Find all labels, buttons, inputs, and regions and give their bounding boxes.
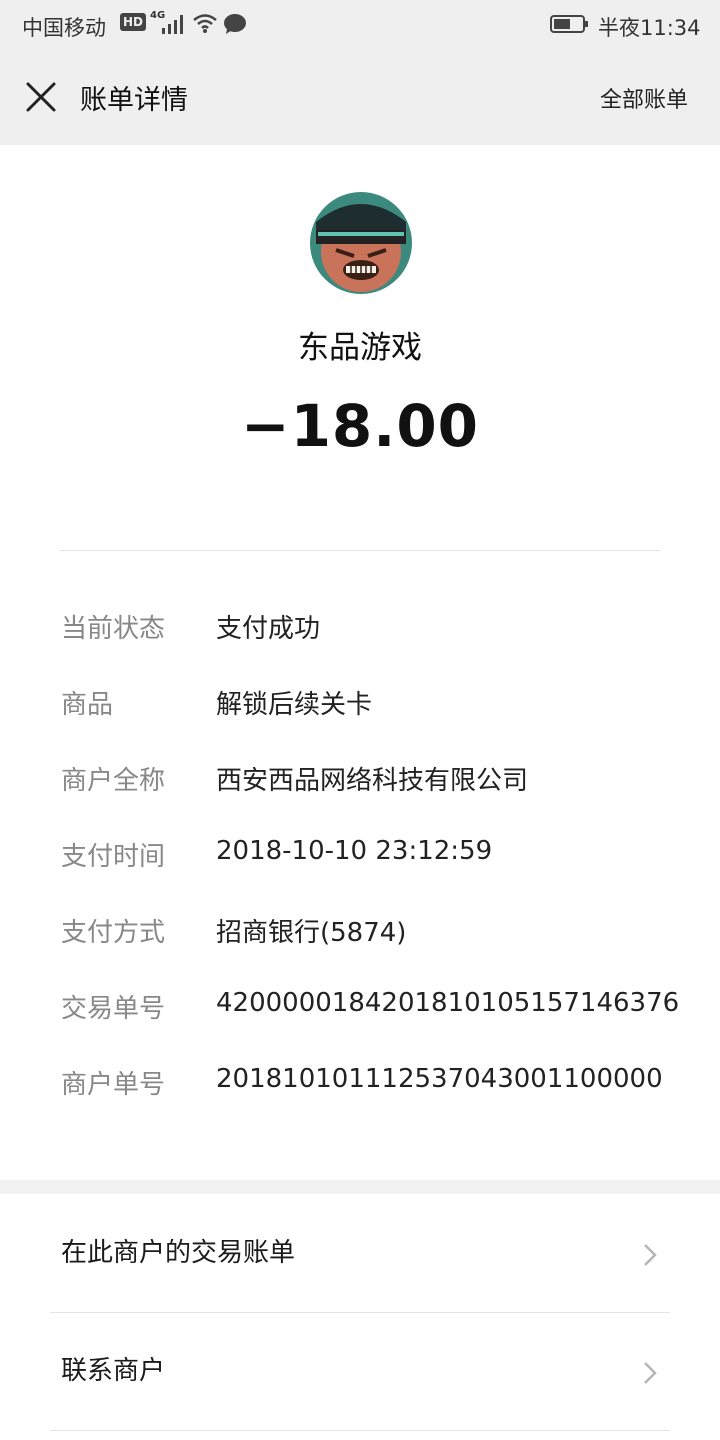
transaction-amount: −18.00	[240, 392, 480, 460]
all-bills-link[interactable]: 全部账单	[600, 82, 688, 114]
detail-label: 商户全称	[61, 766, 166, 796]
detail-value: 支付成功	[216, 614, 321, 644]
close-icon[interactable]	[24, 80, 58, 114]
detail-row-merchant-fullname: 商户全称 西安西品网络科技有限公司	[0, 754, 720, 830]
navigation-bar: 账单详情 全部账单	[0, 50, 720, 145]
page-title: 账单详情	[80, 85, 188, 116]
detail-value: 解锁后续关卡	[216, 690, 373, 720]
detail-row-merchant-order-id: 商户单号 201810101112537043001100000	[0, 1058, 720, 1134]
detail-row-payment-time: 支付时间 2018-10-10 23:12:59	[0, 830, 720, 906]
contact-merchant-link[interactable]: 联系商户	[50, 1312, 670, 1430]
detail-label: 支付方式	[61, 918, 166, 948]
section-gap	[0, 1180, 720, 1194]
chat-bubble-icon	[224, 14, 246, 34]
detail-value: 招商银行(5874)	[216, 918, 407, 948]
status-bar: 中国移动 HD 4G 半夜11:34	[0, 0, 720, 50]
detail-value: 西安西品网络科技有限公司	[216, 766, 529, 796]
detail-label: 支付时间	[61, 842, 166, 872]
signal-icon	[162, 15, 183, 34]
link-label: 联系商户	[61, 1356, 166, 1386]
detail-value: 4200000184201810105157146376	[216, 988, 680, 1018]
detail-row-transaction-id: 交易单号 4200000184201810105157146376	[0, 982, 720, 1058]
angry-character-avatar-icon	[310, 192, 412, 294]
detail-label: 商品	[61, 690, 114, 720]
clock-time: 半夜11:34	[598, 16, 701, 40]
section-divider	[60, 550, 660, 551]
wifi-icon	[193, 14, 217, 33]
list-divider	[50, 1430, 670, 1431]
detail-row-product: 商品 解锁后续关卡	[0, 678, 720, 754]
detail-value: 2018-10-10 23:12:59	[216, 836, 493, 866]
link-label: 在此商户的交易账单	[61, 1238, 296, 1268]
detail-row-status: 当前状态 支付成功	[0, 602, 720, 678]
detail-label: 商户单号	[61, 1070, 166, 1100]
transaction-details: 当前状态 支付成功 商品 解锁后续关卡 商户全称 西安西品网络科技有限公司 支付…	[0, 602, 720, 1134]
carrier-name: 中国移动	[22, 16, 106, 40]
detail-label: 当前状态	[61, 614, 166, 644]
merchant-avatar	[310, 192, 412, 294]
chevron-right-icon	[644, 1244, 657, 1266]
battery-icon	[550, 15, 588, 33]
merchant-transactions-link[interactable]: 在此商户的交易账单	[50, 1194, 670, 1312]
detail-label: 交易单号	[61, 994, 166, 1024]
chevron-right-icon	[644, 1362, 657, 1384]
detail-value: 201810101112537043001100000	[216, 1064, 663, 1094]
hd-badge: HD	[120, 13, 147, 31]
merchant-name: 东品游戏	[298, 330, 422, 366]
detail-row-payment-method: 支付方式 招商银行(5874)	[0, 906, 720, 982]
